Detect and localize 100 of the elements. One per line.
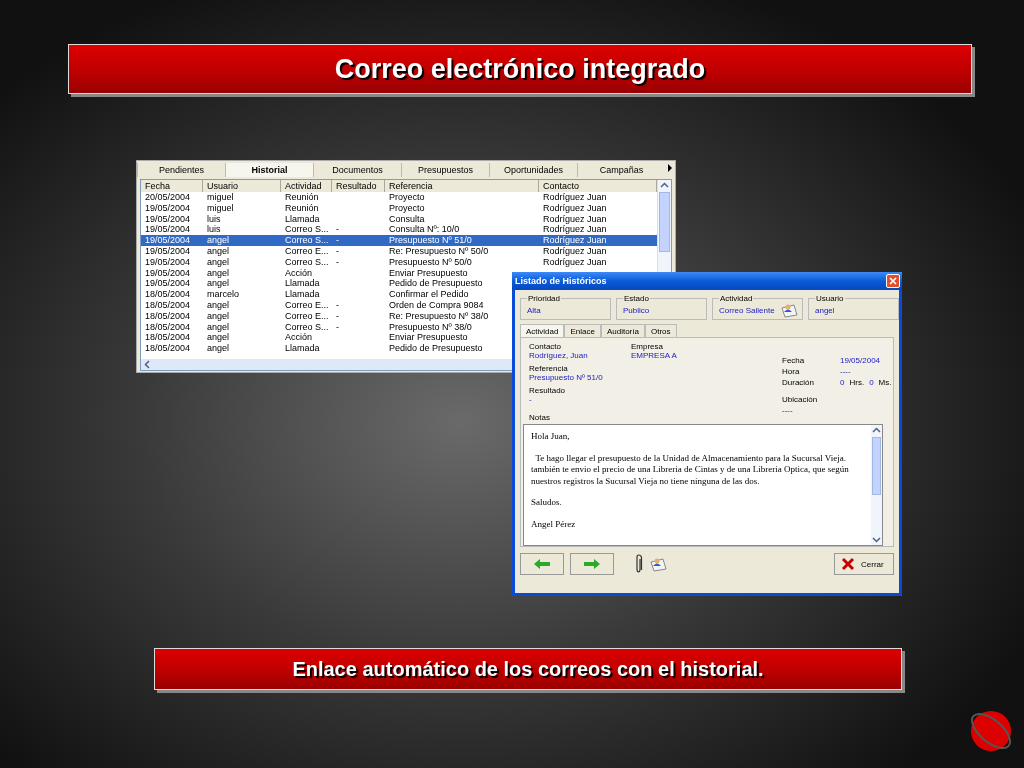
table-cell-text: Rodríguez Juan bbox=[542, 246, 607, 257]
tab[interactable]: Auditoría bbox=[600, 324, 645, 337]
tab[interactable]: Otros bbox=[644, 324, 677, 337]
scroll-down-icon[interactable] bbox=[872, 535, 881, 544]
cancel-x-icon bbox=[841, 557, 855, 571]
column-header[interactable]: Actividad bbox=[281, 180, 332, 192]
contact-card-button[interactable] bbox=[649, 556, 667, 572]
table-cell-text: Correo E... bbox=[284, 246, 329, 257]
table-cell-text: 19/05/2004 bbox=[144, 278, 191, 290]
table-cell-text: 18/05/2004 bbox=[144, 343, 191, 354]
table-cell-text: angel bbox=[206, 332, 230, 344]
tab[interactable]: Documentos bbox=[313, 163, 401, 177]
field-value: - bbox=[529, 395, 533, 404]
window-title: Listado de Históricos bbox=[515, 276, 607, 286]
table-cell-text: 18/05/2004 bbox=[144, 321, 191, 333]
scroll-up-icon[interactable] bbox=[660, 181, 669, 190]
column-header[interactable]: Usuario bbox=[203, 180, 281, 192]
table-cell-text: 19/05/2004 bbox=[144, 213, 191, 225]
tab-scroll-right-icon[interactable] bbox=[666, 163, 674, 173]
column-header[interactable]: Referencia bbox=[385, 180, 539, 192]
tab[interactable]: Campañas bbox=[577, 163, 665, 177]
table-cell-text: Consulta Nº: 10/0 bbox=[388, 224, 460, 236]
field-value: EMPRESA A bbox=[631, 351, 678, 360]
table-cell-text: Rodríguez Juan bbox=[542, 213, 607, 225]
field-label: Duración bbox=[782, 378, 815, 387]
table-cell-text: Rodríguez Juan bbox=[542, 192, 607, 203]
column-header[interactable]: Fecha bbox=[141, 180, 203, 192]
table-cell-text: 19/05/2004 bbox=[144, 202, 191, 214]
field-value: Publico bbox=[623, 305, 650, 315]
table-cell-text: - bbox=[335, 310, 339, 322]
table-cell-text: Presupuesto Nº 38/0 bbox=[388, 321, 472, 333]
table-cell-text: - bbox=[335, 256, 339, 268]
field-value: Alta bbox=[527, 305, 541, 315]
table-cell-text: - bbox=[335, 235, 339, 246]
tab[interactable]: Oportunidades bbox=[489, 163, 577, 177]
slide-caption: Enlace automático de los correos con el historial. bbox=[292, 657, 764, 681]
table-cell-text: - bbox=[335, 224, 339, 236]
contact-card-icon bbox=[779, 302, 798, 318]
arrow-right-icon bbox=[583, 558, 601, 570]
note-paragraph: Saludos. bbox=[531, 497, 563, 509]
field-value: ---- bbox=[840, 367, 852, 376]
table-cell-text: Llamada bbox=[284, 343, 320, 354]
table-cell-text: 19/05/2004 bbox=[144, 224, 191, 236]
scroll-left-icon[interactable] bbox=[143, 360, 152, 369]
table-cell-text: Proyecto bbox=[388, 192, 425, 203]
selected-row[interactable]: 19/05/2004 angel Correo S... - Presupuesto Nº 51/0 Rodríguez Juan bbox=[141, 235, 657, 246]
field-value: angel bbox=[815, 305, 835, 315]
table-cell-text: Rodríguez Juan bbox=[542, 256, 607, 268]
field-label: Actividad bbox=[719, 294, 754, 303]
table-cell-text: Correo S... bbox=[284, 224, 329, 236]
close-button[interactable] bbox=[886, 274, 900, 288]
field-label: Resultado bbox=[529, 386, 567, 395]
table-cell-text: angel bbox=[206, 256, 230, 268]
table-cell-text: angel bbox=[206, 343, 230, 354]
notes-field[interactable] bbox=[523, 424, 883, 546]
table-cell-text: 19/05/2004 bbox=[144, 256, 191, 268]
field-label: Contacto bbox=[529, 342, 563, 351]
table-cell-text: Consulta bbox=[388, 213, 425, 225]
field-label: Estado bbox=[623, 294, 650, 303]
tab[interactable]: Actividad bbox=[520, 324, 565, 337]
field-value: Correo Saliente bbox=[719, 305, 775, 315]
table-cell-text: Llamada bbox=[284, 213, 320, 225]
table-cell-text: 19/05/2004 bbox=[144, 267, 191, 279]
field-value: 0 bbox=[840, 378, 845, 387]
field-value: Presupuesto Nº 51/0 bbox=[529, 373, 604, 382]
field-label: Prioridad bbox=[527, 294, 561, 303]
field-value: 19/05/2004 bbox=[840, 356, 882, 365]
note-paragraph: Angel Pérez bbox=[531, 518, 577, 530]
previous-button[interactable] bbox=[520, 553, 564, 575]
table-cell-text: angel bbox=[206, 235, 230, 246]
close-icon bbox=[889, 277, 897, 285]
scroll-up-icon[interactable] bbox=[872, 426, 881, 435]
table-cell-text: Pedido de Presupuesto bbox=[388, 278, 483, 290]
table-cell-text: Pedido de Presupuesto bbox=[388, 343, 483, 354]
table-cell-text: - bbox=[335, 299, 339, 311]
tab[interactable]: Historial bbox=[225, 163, 313, 177]
paperclip-icon[interactable] bbox=[634, 554, 643, 574]
note-paragraph: Te hago llegar el presupuesto de la Unidad de Almacenamiento para la Sucursal Vieja. también te envio el precio de una Libreria de Cintas y de una Libreria Optica, que según nuestros registros la Sucursal Vieja no tiene ninguna de las dos. bbox=[531, 452, 850, 487]
close-button[interactable]: Cerrar bbox=[834, 553, 894, 575]
vertical-scrollbar[interactable] bbox=[871, 425, 882, 545]
table-cell-text: Proyecto bbox=[388, 202, 425, 214]
table-cell-text: luis bbox=[206, 213, 221, 225]
field-value: 0 bbox=[869, 378, 874, 387]
next-button[interactable] bbox=[570, 553, 614, 575]
column-header[interactable]: Resultado bbox=[332, 180, 385, 192]
table-cell-text: Enviar Presupuesto bbox=[388, 267, 468, 279]
table-cell-text: Correo S... bbox=[284, 321, 329, 333]
table-cell-text: marcelo bbox=[206, 289, 239, 300]
table-cell-text: Re: Presupuesto Nº 50/0 bbox=[388, 246, 489, 257]
table-cell-text: Llamada bbox=[284, 278, 320, 290]
tab[interactable]: Presupuestos bbox=[401, 163, 489, 177]
field-label: Fecha bbox=[782, 356, 806, 365]
table-cell-text: Acción bbox=[284, 267, 312, 279]
arrow-left-icon bbox=[533, 558, 551, 570]
tab[interactable]: Enlace bbox=[564, 324, 601, 337]
table-cell-text: 18/05/2004 bbox=[144, 332, 191, 344]
contact-card-icon bbox=[649, 556, 667, 572]
table-cell-text: Rodríguez Juan bbox=[542, 202, 607, 214]
table-cell-text: Confirmar el Pedido bbox=[388, 289, 469, 300]
table-cell-text: Orden de Compra 9084 bbox=[388, 299, 484, 311]
